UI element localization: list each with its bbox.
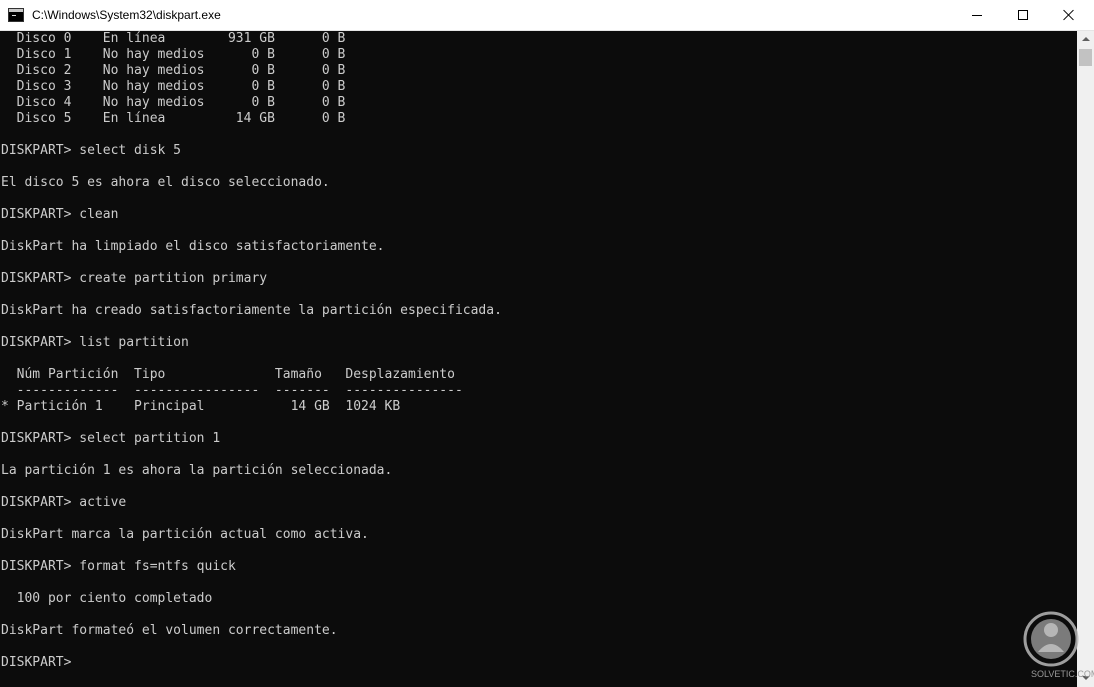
maximize-icon <box>1018 10 1028 20</box>
console-line: ------------- ---------------- ------- -… <box>1 383 463 398</box>
console-line: DISKPART> active <box>1 495 127 510</box>
close-icon <box>1063 9 1075 21</box>
console-line: Disco 0 En línea 931 GB 0 B <box>1 31 346 46</box>
console-line: El disco 5 es ahora el disco seleccionad… <box>1 175 330 190</box>
console-line: Disco 4 No hay medios 0 B 0 B <box>1 95 346 110</box>
vertical-scrollbar[interactable] <box>1077 31 1094 687</box>
console-line: La partición 1 es ahora la partición sel… <box>1 463 393 478</box>
console-line: DISKPART> list partition <box>1 335 189 350</box>
console-line: DISKPART> <box>1 655 72 670</box>
console-line: DISKPART> create partition primary <box>1 271 268 286</box>
console-line: Disco 2 No hay medios 0 B 0 B <box>1 63 346 78</box>
console-line: DiskPart formateó el volumen correctamen… <box>1 623 338 638</box>
window-title: C:\Windows\System32\diskpart.exe <box>32 8 221 22</box>
console-app-icon[interactable] <box>8 8 24 22</box>
console-line: DISKPART> select partition 1 <box>1 431 221 446</box>
console-line: Disco 1 No hay medios 0 B 0 B <box>1 47 346 62</box>
minimize-button[interactable] <box>954 0 1000 30</box>
close-button[interactable] <box>1046 0 1092 30</box>
title-bar[interactable]: C:\Windows\System32\diskpart.exe <box>0 0 1094 31</box>
watermark-text: SOLVETIC.COM <box>1031 669 1094 679</box>
console-line: DISKPART> clean <box>1 207 119 222</box>
console-line: DiskPart ha creado satisfactoriamente la… <box>1 303 502 318</box>
minimize-icon <box>972 15 982 16</box>
console-output-area[interactable]: Disco 0 En línea 931 GB 0 B Disco 1 No h… <box>0 31 1077 687</box>
scrollbar-thumb[interactable] <box>1079 49 1092 66</box>
console-line: Núm Partición Tipo Tamaño Desplazamiento <box>1 367 455 382</box>
console-text: Disco 0 En línea 931 GB 0 B Disco 1 No h… <box>0 31 1077 671</box>
console-line: DISKPART> format fs=ntfs quick <box>1 559 236 574</box>
scroll-up-arrow-icon[interactable] <box>1077 31 1094 48</box>
console-line: DiskPart ha limpiado el disco satisfacto… <box>1 239 385 254</box>
console-line: Disco 5 En línea 14 GB 0 B <box>1 111 346 126</box>
console-line: DiskPart marca la partición actual como … <box>1 527 369 542</box>
console-line: * Partición 1 Principal 14 GB 1024 KB <box>1 399 401 414</box>
console-line: Disco 3 No hay medios 0 B 0 B <box>1 79 346 94</box>
console-line: 100 por ciento completado <box>1 591 213 606</box>
maximize-button[interactable] <box>1000 0 1046 30</box>
diskpart-window: C:\Windows\System32\diskpart.exe Disco 0… <box>0 0 1094 687</box>
console-line: DISKPART> select disk 5 <box>1 143 182 158</box>
